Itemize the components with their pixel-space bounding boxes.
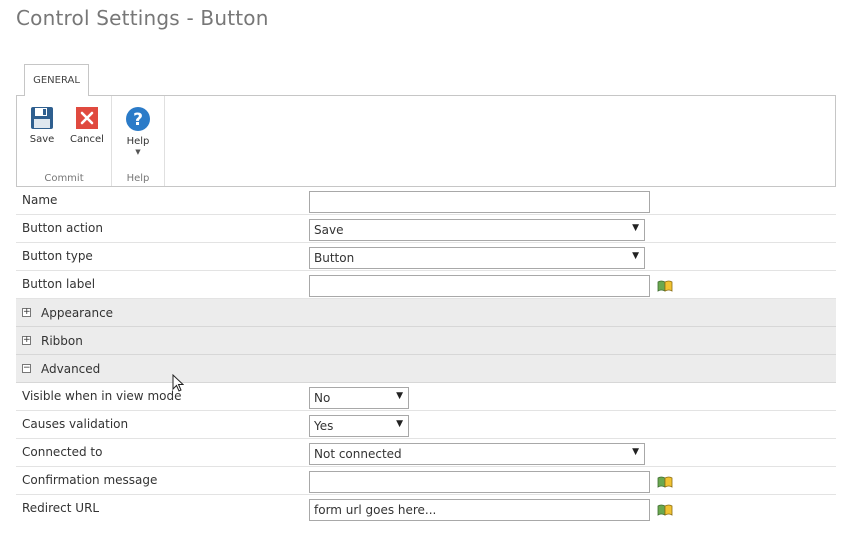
save-button[interactable]: Save bbox=[20, 106, 64, 145]
dropdown-arrow-icon: ▼ bbox=[632, 447, 639, 457]
name-input[interactable] bbox=[309, 191, 650, 213]
row-button-action: Button action Save ▼ bbox=[16, 215, 836, 243]
name-label: Name bbox=[22, 193, 58, 207]
dropdown-arrow-icon: ▼ bbox=[632, 251, 639, 261]
row-redirect-url: Redirect URL form url goes here... bbox=[16, 495, 836, 523]
mouse-pointer-icon bbox=[172, 374, 184, 392]
section-title: Advanced bbox=[41, 362, 101, 376]
ribbon-group-help: ? Help ▼ Help bbox=[112, 96, 165, 186]
section-advanced[interactable]: − Advanced bbox=[16, 355, 836, 383]
collapse-icon[interactable]: − bbox=[22, 364, 31, 373]
section-title: Appearance bbox=[41, 306, 114, 320]
confirmation-message-label: Confirmation message bbox=[22, 473, 158, 487]
save-icon bbox=[31, 107, 53, 129]
page-title: Control Settings - Button bbox=[16, 6, 269, 30]
confirmation-message-input[interactable] bbox=[309, 471, 650, 493]
button-label-input[interactable] bbox=[309, 275, 650, 297]
visible-view-mode-label: Visible when in view mode bbox=[22, 389, 182, 403]
group-label-commit: Commit bbox=[44, 173, 84, 184]
redirect-url-label: Redirect URL bbox=[22, 501, 100, 515]
chevron-down-icon: ▼ bbox=[135, 148, 141, 156]
save-label: Save bbox=[29, 134, 55, 145]
settings-form: Name Button action Save ▼ Button type Bu… bbox=[16, 187, 836, 523]
section-appearance[interactable]: + Appearance bbox=[16, 299, 836, 327]
section-ribbon[interactable]: + Ribbon bbox=[16, 327, 836, 355]
row-connected-to: Connected to Not connected ▼ bbox=[16, 439, 836, 467]
help-button[interactable]: ? Help ▼ bbox=[116, 106, 160, 156]
dropdown-arrow-icon: ▼ bbox=[632, 223, 639, 233]
row-confirmation-message: Confirmation message bbox=[16, 467, 836, 495]
button-type-label: Button type bbox=[22, 249, 93, 263]
connected-to-select[interactable]: Not connected ▼ bbox=[309, 443, 645, 465]
expand-icon[interactable]: + bbox=[22, 336, 31, 345]
row-button-label: Button label bbox=[16, 271, 836, 299]
button-action-select[interactable]: Save ▼ bbox=[309, 219, 645, 241]
button-action-label: Button action bbox=[22, 221, 103, 235]
connected-to-label: Connected to bbox=[22, 445, 103, 459]
svg-text:?: ? bbox=[133, 110, 143, 130]
expand-icon[interactable]: + bbox=[22, 308, 31, 317]
tab-general[interactable]: GENERAL bbox=[24, 64, 89, 96]
context-browser-icon[interactable] bbox=[657, 280, 673, 292]
visible-view-mode-select[interactable]: No ▼ bbox=[309, 387, 409, 409]
section-title: Ribbon bbox=[41, 334, 83, 348]
button-label-label: Button label bbox=[22, 277, 96, 291]
row-visible-view-mode: Visible when in view mode No ▼ bbox=[16, 383, 836, 411]
help-icon: ? bbox=[126, 107, 150, 131]
cancel-button[interactable]: Cancel bbox=[65, 106, 109, 145]
dropdown-arrow-icon: ▼ bbox=[396, 419, 403, 429]
context-browser-icon[interactable] bbox=[657, 504, 673, 516]
context-browser-icon[interactable] bbox=[657, 476, 673, 488]
row-name: Name bbox=[16, 187, 836, 215]
group-label-help: Help bbox=[126, 173, 150, 184]
cancel-icon bbox=[76, 107, 98, 129]
causes-validation-select[interactable]: Yes ▼ bbox=[309, 415, 409, 437]
causes-validation-label: Causes validation bbox=[22, 417, 129, 431]
redirect-url-input[interactable]: form url goes here... bbox=[309, 499, 650, 521]
help-label: Help bbox=[126, 136, 150, 147]
row-causes-validation: Causes validation Yes ▼ bbox=[16, 411, 836, 439]
button-type-select[interactable]: Button ▼ bbox=[309, 247, 645, 269]
dropdown-arrow-icon: ▼ bbox=[396, 391, 403, 401]
ribbon: Save Cancel Commit ? Help ▼ Help bbox=[16, 95, 836, 187]
row-button-type: Button type Button ▼ bbox=[16, 243, 836, 271]
ribbon-group-commit: Save Cancel Commit bbox=[17, 96, 112, 186]
cancel-label: Cancel bbox=[70, 134, 104, 145]
